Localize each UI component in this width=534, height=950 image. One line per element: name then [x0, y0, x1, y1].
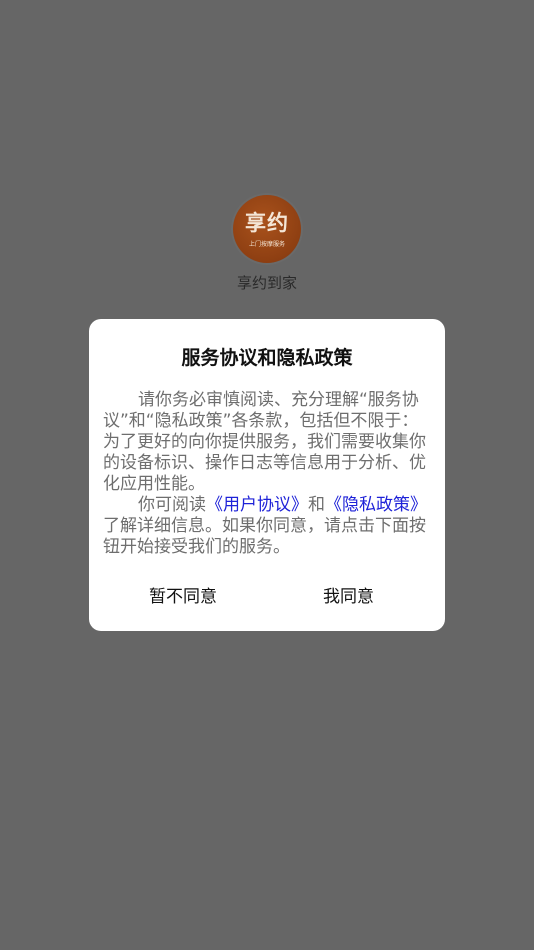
privacy-policy-link[interactable]: 《隐私政策》	[325, 495, 427, 515]
logo-main-text: 享约	[245, 210, 289, 235]
agree-button[interactable]: 我同意	[323, 582, 374, 607]
logo-sub-text: 上门按摩服务	[248, 241, 285, 248]
user-agreement-link[interactable]: 《用户协议》	[206, 495, 308, 515]
app-logo: 享约 上门按摩服务	[233, 195, 301, 263]
paragraph-2-prefix: 你可阅读	[138, 495, 206, 515]
paragraph-2-suffix: 了解详细信息。如果你同意，请点击下面按钮开始接受我们的服务。	[103, 516, 426, 557]
privacy-dialog: 服务协议和隐私政策 请你务必审慎阅读、充分理解“服务协议”和“隐私政策”各条款，…	[89, 319, 445, 631]
app-name: 享约到家	[236, 274, 297, 292]
dialog-title: 服务协议和隐私政策	[181, 347, 353, 369]
dialog-body: 请你务必审慎阅读、充分理解“服务协议”和“隐私政策”各条款，包括但不限于：为了更…	[103, 390, 431, 558]
and-text: 和	[308, 495, 325, 515]
dialog-paragraph-2: 你可阅读《用户协议》和《隐私政策》了解详细信息。如果你同意，请点击下面按钮开始接…	[103, 495, 431, 558]
dialog-paragraph-1: 请你务必审慎阅读、充分理解“服务协议”和“隐私政策”各条款，包括但不限于：为了更…	[103, 390, 426, 494]
disagree-button[interactable]: 暂不同意	[149, 582, 217, 607]
